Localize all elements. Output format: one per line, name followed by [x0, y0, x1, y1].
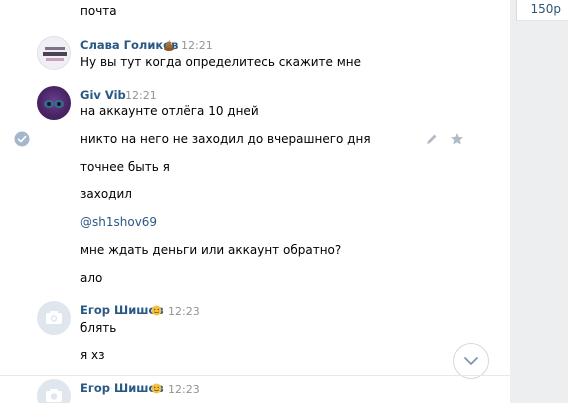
message-text: я хз	[80, 348, 105, 362]
avatar-giv-vib[interactable]	[37, 86, 71, 120]
message-text: блять	[80, 321, 117, 335]
message-time[interactable]: 12:21	[125, 89, 157, 102]
star-icon[interactable]	[450, 132, 464, 146]
message-text: точнее быть я	[80, 160, 170, 174]
poop-emoji-icon	[164, 40, 174, 51]
avatar-eyes-icon	[44, 100, 64, 108]
message-text: Ну вы тут когда определитесь скажите мне	[80, 55, 362, 69]
camera-icon	[46, 389, 62, 402]
smile-emoji-icon	[151, 305, 162, 316]
price-label: 150р	[530, 2, 561, 16]
message-text: на аккаунте отлёга 10 дней	[80, 104, 259, 118]
message-text: почта	[80, 4, 117, 18]
camera-icon	[46, 311, 62, 324]
message-text: никто на него не заходил до вчерашнего д…	[80, 132, 371, 146]
divider	[0, 375, 510, 376]
message-time[interactable]: 12:23	[168, 305, 200, 318]
sender-name[interactable]: Giv Vib	[80, 88, 126, 102]
scroll-down-button[interactable]	[453, 343, 489, 379]
message-text: ало	[80, 271, 103, 285]
edit-icon[interactable]	[425, 133, 438, 146]
chevron-down-icon	[464, 357, 478, 365]
message-text: заходил	[80, 187, 132, 201]
avatar-egor[interactable]	[37, 379, 71, 403]
message-history: почта Слава Голиков 12:21 Ну вы тут когд…	[0, 0, 510, 403]
mention-link[interactable]: @sh1shov69	[80, 215, 157, 229]
scrollbar-track[interactable]	[510, 0, 516, 403]
message-time[interactable]: 12:23	[168, 383, 200, 396]
avatar-slava[interactable]	[37, 36, 71, 70]
smile-emoji-icon	[151, 383, 162, 394]
side-price-card[interactable]: 150р	[516, 0, 568, 21]
avatar-logo-icon	[43, 47, 67, 61]
avatar-egor[interactable]	[37, 301, 71, 335]
selected-check-icon[interactable]	[14, 131, 30, 147]
message-time[interactable]: 12:21	[181, 39, 213, 52]
message-text: мне ждать деньги или аккаунт обратно?	[80, 243, 342, 257]
